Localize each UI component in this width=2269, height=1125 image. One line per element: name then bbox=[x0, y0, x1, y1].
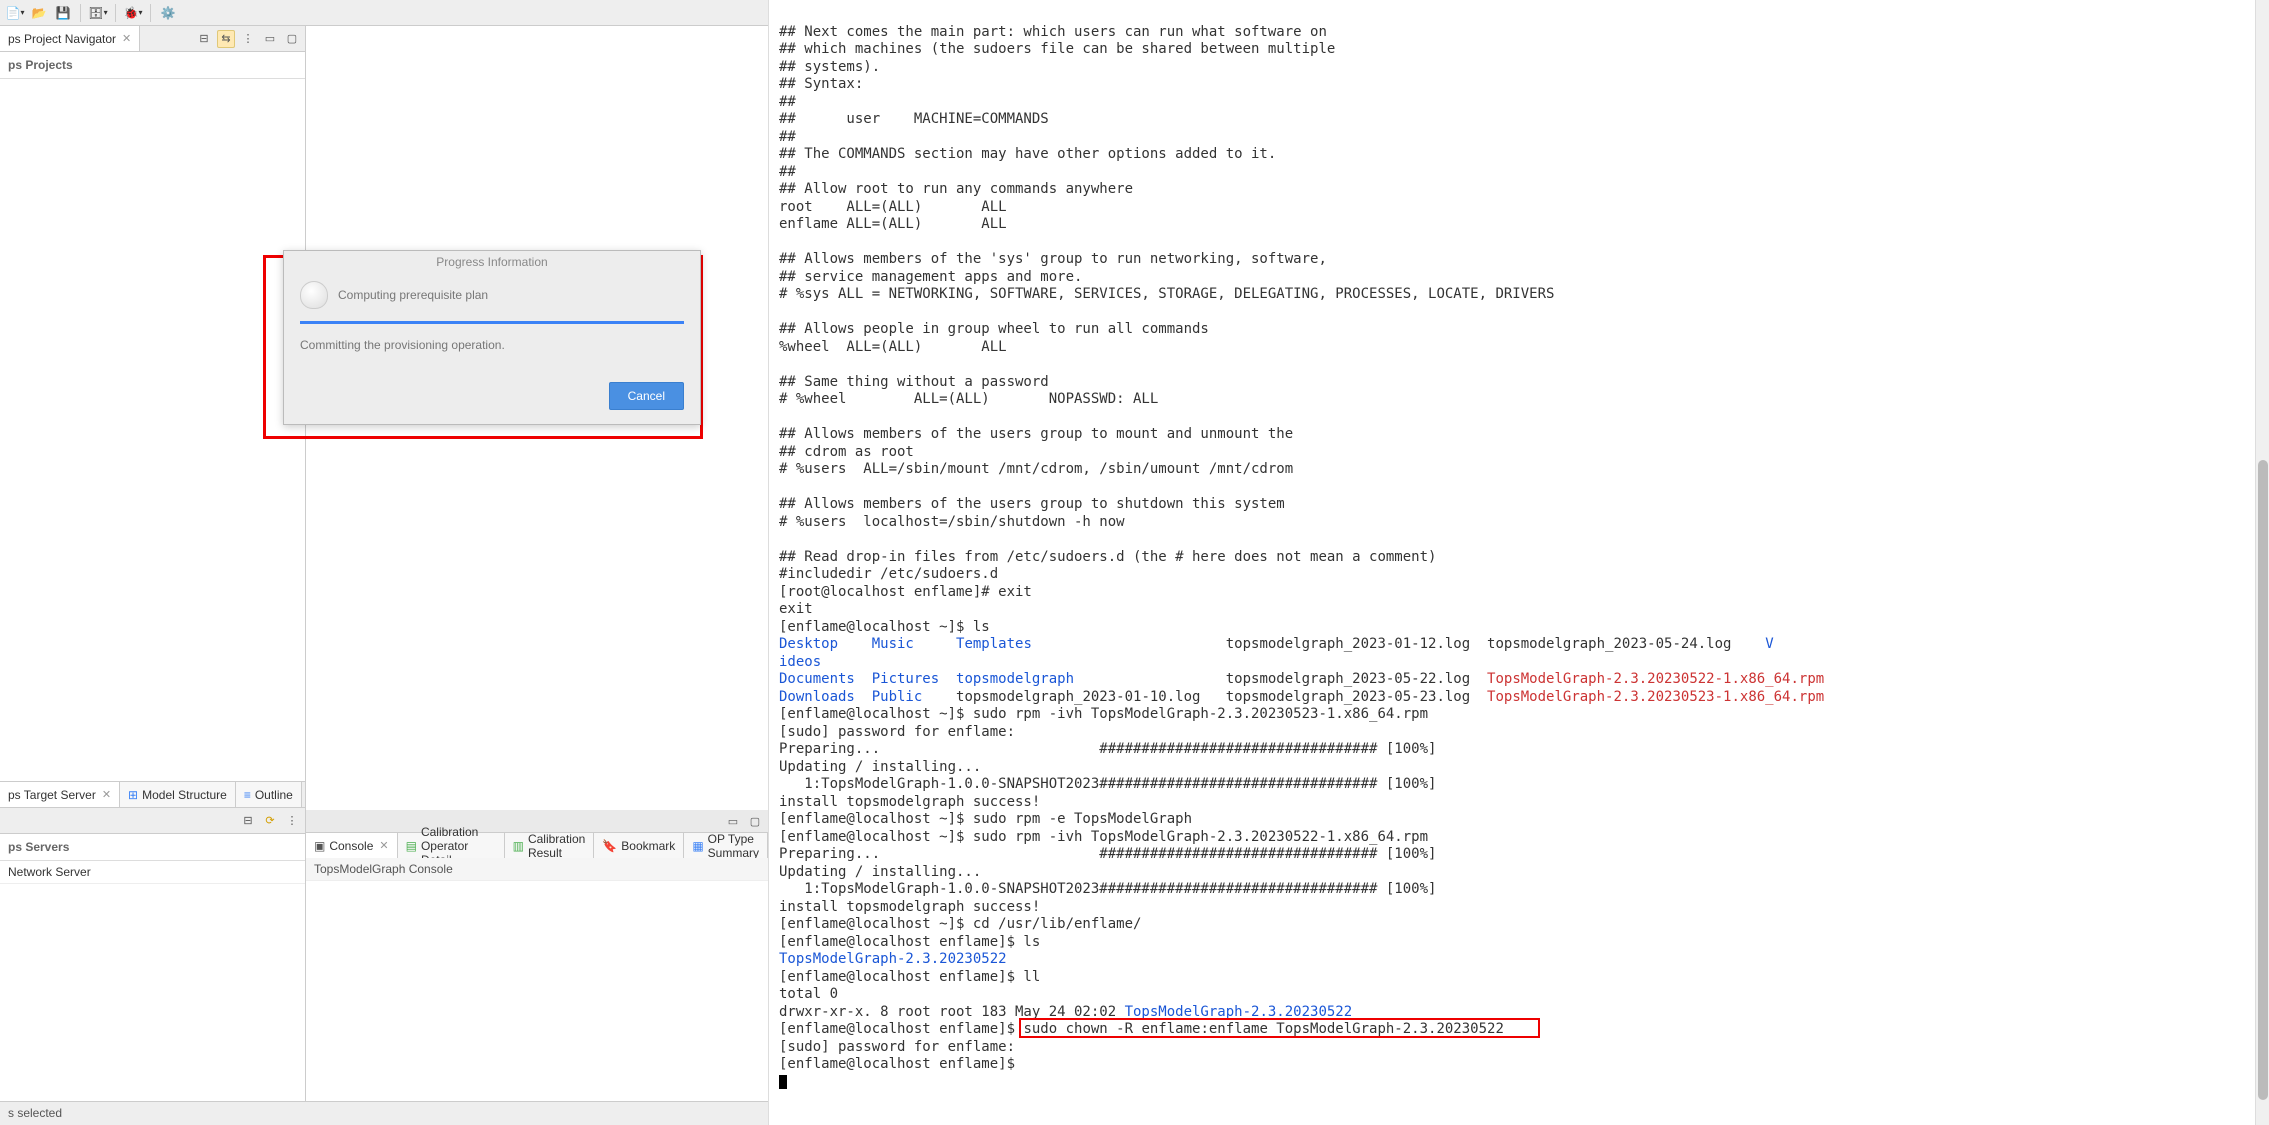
tab-calibration-operator-detail[interactable]: ▤ Calibration Operator Detail bbox=[398, 833, 505, 858]
restore-view-icon[interactable]: ▭ bbox=[724, 812, 742, 830]
cancel-button[interactable]: Cancel bbox=[609, 382, 684, 410]
navigator-tabrow: ps Project Navigator ✕ ⊟ ⇆ ⋮ ▭ ▢ bbox=[0, 26, 305, 52]
terminal-text: [enflame@localhost enflame]$ bbox=[779, 1021, 1023, 1037]
dialog-task-main: Computing prerequisite plan bbox=[338, 288, 488, 302]
main-toolbar: 📄▾ 📂 💾 🗄▾ 🐞▾ ⚙️ bbox=[0, 0, 768, 26]
terminal-cursor bbox=[779, 1075, 787, 1089]
tab-model-structure[interactable]: ⊞ Model Structure bbox=[120, 782, 236, 807]
db-dropdown-button[interactable]: 🗄▾ bbox=[89, 4, 107, 22]
target-server-tabrow: ps Target Server ✕ ⊞ Model Structure ≡ O… bbox=[0, 782, 305, 808]
maximize-icon[interactable]: ▢ bbox=[283, 30, 301, 48]
console-output[interactable] bbox=[306, 881, 768, 1101]
tab-outline[interactable]: ≡ Outline bbox=[236, 782, 302, 807]
status-bar: s selected bbox=[0, 1101, 768, 1125]
progress-dialog: Progress Information Computing prerequis… bbox=[283, 250, 701, 425]
terminal-command-highlighted: sudo chown -R enflame:enflame TopsModelG… bbox=[1023, 1021, 1503, 1037]
tab-label: ps Project Navigator bbox=[8, 32, 116, 46]
maximize-view-icon[interactable]: ▢ bbox=[746, 812, 764, 830]
tab-label: Bookmark bbox=[621, 839, 675, 853]
tab-project-navigator[interactable]: ps Project Navigator ✕ bbox=[0, 26, 140, 51]
outline-icon: ≡ bbox=[244, 788, 251, 802]
tab-bookmark[interactable]: 🔖 Bookmark bbox=[594, 833, 684, 858]
view-menu-icon[interactable]: ⋮ bbox=[283, 812, 301, 830]
project-tree[interactable] bbox=[0, 79, 305, 781]
tab-console[interactable]: ▣ Console ✕ bbox=[306, 833, 398, 858]
terminal-pane[interactable]: ## Next comes the main part: which users… bbox=[769, 0, 2269, 1125]
panel-title-projects: ps Projects bbox=[0, 52, 305, 79]
collapse-all-icon[interactable]: ⊟ bbox=[195, 30, 213, 48]
open-folder-button[interactable]: 📂 bbox=[30, 4, 48, 22]
bug-dropdown-button[interactable]: 🐞▾ bbox=[124, 4, 142, 22]
lightbulb-icon bbox=[300, 281, 328, 309]
tab-target-server[interactable]: ps Target Server ✕ bbox=[0, 782, 120, 807]
tab-op-type-summary[interactable]: ▦ OP Type Summary bbox=[684, 833, 768, 858]
close-icon[interactable]: ✕ bbox=[102, 788, 111, 801]
view-menu-icon[interactable]: ⋮ bbox=[239, 30, 257, 48]
tab-label: Console bbox=[329, 839, 373, 853]
close-icon[interactable]: ✕ bbox=[122, 32, 131, 45]
minimize-icon[interactable]: ▭ bbox=[261, 30, 279, 48]
bookmark-icon: 🔖 bbox=[602, 839, 617, 853]
new-dropdown-button[interactable]: 📄▾ bbox=[6, 4, 24, 22]
dialog-task-sub: Committing the provisioning operation. bbox=[300, 338, 684, 352]
console-name: TopsModelGraph Console bbox=[306, 858, 768, 881]
bottom-tabrow: ▣ Console ✕ ▤ Calibration Operator Detai… bbox=[306, 832, 768, 858]
editor-area: ▭ ▢ ▣ Console ✕ ▤ Calibration Operator D… bbox=[306, 26, 768, 1101]
summary-icon: ▦ bbox=[692, 839, 703, 853]
tab-label: Outline bbox=[255, 788, 293, 802]
terminal-text: TopsModelGraph-2.3.20230522 bbox=[779, 951, 1007, 967]
settings-button[interactable]: ⚙️ bbox=[159, 4, 177, 22]
terminal-text: TopsModelGraph-2.3.20230522 bbox=[1125, 1004, 1353, 1020]
dialog-title: Progress Information bbox=[284, 251, 700, 273]
progress-bar bbox=[300, 321, 684, 324]
result-icon: ▥ bbox=[513, 839, 524, 853]
status-text: s selected bbox=[8, 1106, 62, 1120]
hierarchy-icon: ⊞ bbox=[128, 788, 138, 802]
link-editor-icon[interactable]: ⇆ bbox=[217, 30, 235, 48]
tree-item-network-server[interactable]: Network Server bbox=[0, 861, 305, 884]
detail-icon: ▤ bbox=[406, 839, 417, 853]
tab-label: Calibration Result bbox=[528, 832, 585, 860]
console-icon: ▣ bbox=[314, 839, 325, 853]
save-button[interactable]: 💾 bbox=[54, 4, 72, 22]
tab-label: Model Structure bbox=[142, 788, 227, 802]
tab-label: OP Type Summary bbox=[708, 832, 759, 860]
scrollbar[interactable] bbox=[2255, 0, 2269, 1125]
terminal-text: drwxr-xr-x. 8 root root 183 May 24 02:02 bbox=[779, 1004, 1125, 1020]
tab-label: ps Target Server bbox=[8, 788, 96, 802]
tab-calibration-result[interactable]: ▥ Calibration Result bbox=[505, 833, 595, 858]
refresh-icon[interactable]: ⟳ bbox=[261, 812, 279, 830]
panel-title-servers: ps Servers bbox=[0, 834, 305, 861]
collapse-all-icon[interactable]: ⊟ bbox=[239, 812, 257, 830]
sidebar: ps Project Navigator ✕ ⊟ ⇆ ⋮ ▭ ▢ ps Proj… bbox=[0, 26, 306, 1101]
close-icon[interactable]: ✕ bbox=[379, 839, 388, 852]
scrollbar-thumb[interactable] bbox=[2258, 460, 2268, 1100]
ide-pane: 📄▾ 📂 💾 🗄▾ 🐞▾ ⚙️ ps Project Navigator ✕ bbox=[0, 0, 769, 1125]
